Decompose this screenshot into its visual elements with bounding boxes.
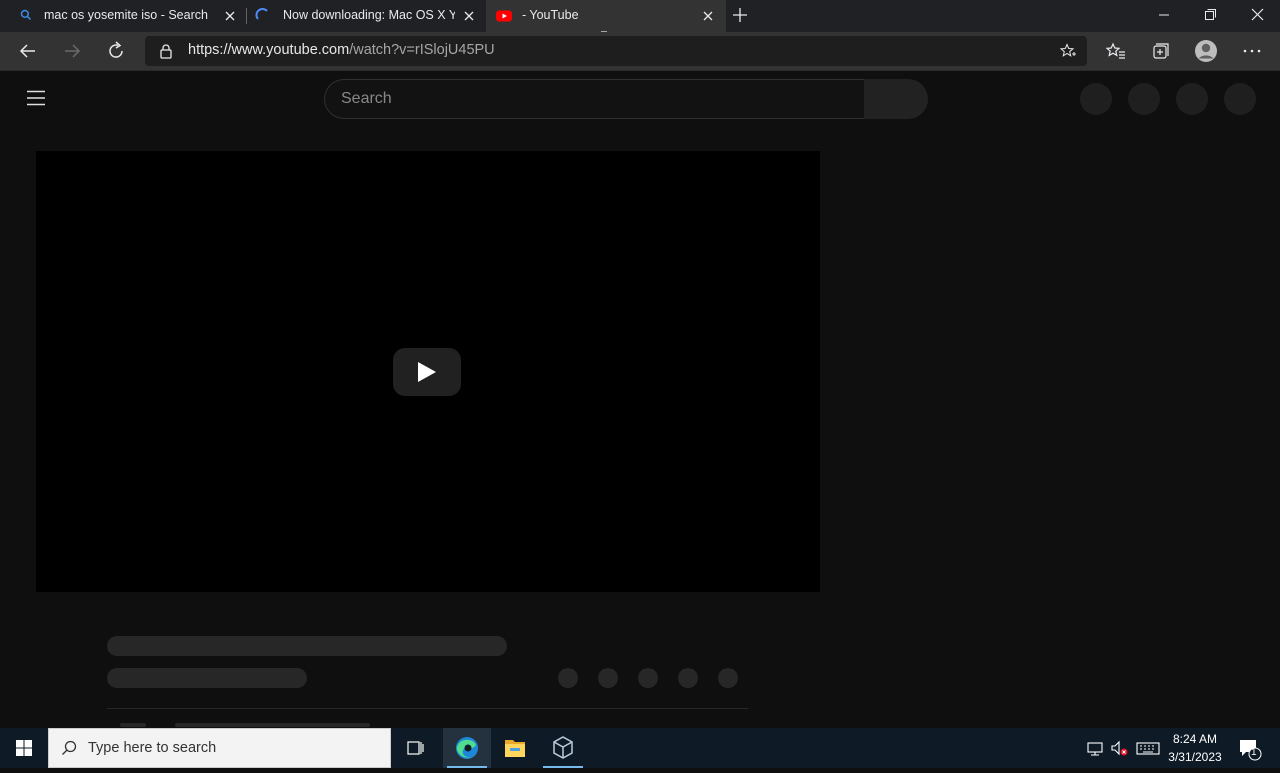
close-icon xyxy=(1251,8,1264,21)
youtube-search-button[interactable] xyxy=(864,79,928,119)
forward-button[interactable] xyxy=(57,36,87,66)
header-action-placeholder xyxy=(1128,83,1160,115)
task-view-button[interactable] xyxy=(392,728,440,768)
virtualbox-taskbar-button[interactable] xyxy=(539,728,587,768)
close-tab-icon[interactable] xyxy=(461,8,477,24)
refresh-icon xyxy=(109,41,123,58)
network-icon[interactable] xyxy=(1085,738,1105,758)
volume-muted-icon[interactable] xyxy=(1109,738,1129,758)
file-explorer-taskbar-button[interactable] xyxy=(491,728,539,768)
tab-bing-search[interactable]: mac os yosemite iso - Search xyxy=(0,0,246,32)
task-view-icon xyxy=(407,741,424,755)
taskbar-search-box[interactable]: Type here to search xyxy=(48,728,391,768)
keyboard-icon[interactable] xyxy=(1136,738,1160,758)
back-button[interactable] xyxy=(13,36,43,66)
profile-button[interactable] xyxy=(1191,36,1221,66)
hamburger-menu-icon[interactable] xyxy=(26,90,46,106)
action-skeleton xyxy=(558,668,578,688)
title-skeleton xyxy=(107,636,507,656)
windows-logo-icon xyxy=(16,740,32,756)
virtualbox-icon xyxy=(553,736,573,759)
header-action-placeholder xyxy=(1176,83,1208,115)
restore-icon xyxy=(1205,9,1216,20)
desktop-screen: mac os yosemite iso - Search Now downloa… xyxy=(0,0,1280,768)
close-tab-icon[interactable] xyxy=(222,8,238,24)
tab-title: Now downloading: Mac OS X Yo xyxy=(283,8,455,22)
subtitle-skeleton xyxy=(107,668,307,688)
favorites-button[interactable] xyxy=(1101,36,1131,66)
refresh-button[interactable] xyxy=(101,36,131,66)
action-skeleton xyxy=(678,668,698,688)
browser-tab-strip: mac os yosemite iso - Search Now downloa… xyxy=(0,0,1280,49)
new-tab-icon[interactable] xyxy=(732,7,748,23)
tab-youtube[interactable]: - YouTube xyxy=(486,0,726,32)
favorites-list-icon xyxy=(1105,42,1125,59)
profile-avatar-icon xyxy=(1195,40,1217,62)
close-window-button[interactable] xyxy=(1234,0,1280,30)
header-action-placeholder xyxy=(1224,83,1256,115)
minimize-button[interactable] xyxy=(1141,0,1187,30)
settings-menu-button[interactable] xyxy=(1237,36,1267,66)
windows-taskbar: Type here to search 8:24 AM 3/31/2023 1 xyxy=(0,728,1280,768)
notification-count: 1 xyxy=(1251,747,1257,758)
minimize-icon xyxy=(1159,14,1169,16)
loading-spinner-icon xyxy=(255,8,268,20)
action-center-button[interactable]: 1 xyxy=(1234,728,1274,768)
search-placeholder: Search xyxy=(341,90,392,107)
back-arrow-icon xyxy=(19,44,35,58)
play-button[interactable] xyxy=(393,348,461,396)
system-clock[interactable]: 8:24 AM 3/31/2023 xyxy=(1162,730,1228,766)
action-skeleton xyxy=(638,668,658,688)
edge-icon xyxy=(456,737,478,759)
youtube-search-input[interactable]: Search xyxy=(324,79,864,119)
tab-title: mac os yosemite iso - Search xyxy=(44,8,208,22)
restore-button[interactable] xyxy=(1187,0,1233,30)
action-skeleton xyxy=(598,668,618,688)
more-dots-icon xyxy=(1243,49,1261,53)
forward-arrow-icon xyxy=(65,44,81,58)
edge-taskbar-button[interactable] xyxy=(443,728,491,768)
header-action-placeholder xyxy=(1080,83,1112,115)
start-button[interactable] xyxy=(0,728,48,768)
action-skeleton xyxy=(718,668,738,688)
play-icon xyxy=(418,362,436,382)
address-bar[interactable]: https://www.youtube.com/watch?v=rISlojU4… xyxy=(145,36,1087,66)
content-divider xyxy=(107,708,748,709)
collections-button[interactable] xyxy=(1145,36,1175,66)
youtube-icon xyxy=(496,10,512,22)
clock-date: 3/31/2023 xyxy=(1168,750,1222,764)
channel-skeleton xyxy=(175,723,370,727)
url-text: https://www.youtube.com/watch?v=rISlojU4… xyxy=(188,42,495,58)
youtube-page: Search xyxy=(0,71,1280,727)
file-explorer-icon xyxy=(505,740,525,757)
url-path: /watch?v=rISlojU45PU xyxy=(349,42,495,58)
clock-time: 8:24 AM xyxy=(1172,732,1218,746)
search-icon xyxy=(20,9,32,21)
video-player[interactable] xyxy=(36,151,820,592)
taskbar-search-placeholder: Type here to search xyxy=(88,740,217,756)
collections-icon xyxy=(1153,43,1169,59)
url-host: https://www.youtube.com xyxy=(188,42,350,58)
tab-title: - YouTube xyxy=(522,8,579,22)
add-favorite-star-icon[interactable] xyxy=(1060,43,1076,59)
tab-download[interactable]: Now downloading: Mac OS X Yo xyxy=(247,0,485,32)
lock-icon xyxy=(160,44,172,59)
avatar-skeleton xyxy=(120,723,146,727)
search-icon xyxy=(62,740,77,755)
close-tab-icon[interactable] xyxy=(700,8,716,24)
